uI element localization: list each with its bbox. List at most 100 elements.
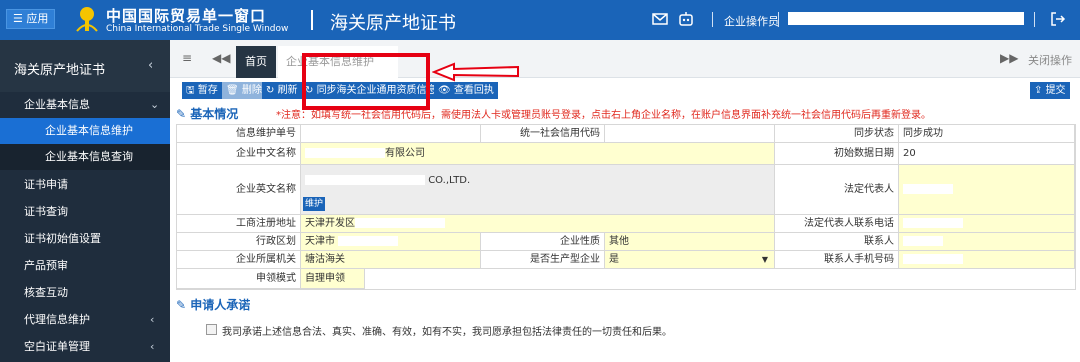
contact-field[interactable] bbox=[899, 233, 1075, 251]
chevron-left-icon: ‹ bbox=[150, 340, 155, 353]
label-name-cn: 企业中文名称 bbox=[177, 143, 301, 165]
label-credit-code: 统一社会信用代码 bbox=[481, 125, 605, 143]
producer-value: 是 bbox=[609, 254, 619, 265]
reg-address-field[interactable]: 天津开发区 bbox=[301, 215, 775, 233]
maintain-button[interactable]: 维护 bbox=[303, 197, 325, 211]
sidebar-item-company-info[interactable]: 企业基本信息 ⌄ bbox=[0, 92, 170, 118]
reg-address-value: 天津开发区 bbox=[305, 218, 355, 229]
init-date-field: 20 bbox=[899, 143, 1075, 165]
claim-mode-value[interactable]: 自理申领 bbox=[301, 269, 365, 289]
label-contact: 联系人 bbox=[775, 233, 899, 251]
legal-rep-field[interactable] bbox=[899, 165, 1075, 215]
user-divider bbox=[712, 12, 713, 27]
title-divider bbox=[311, 10, 313, 30]
name-en-field: CO.,LTD. bbox=[301, 165, 775, 215]
chevron-down-icon: ⌄ bbox=[150, 98, 160, 111]
sidebar-item-label: 空白证单管理 bbox=[24, 340, 90, 353]
redacted-value bbox=[903, 218, 963, 228]
label-claim-mode: 申领模式 bbox=[177, 269, 301, 289]
dropdown-arrow-icon: ▼ bbox=[761, 255, 768, 264]
redacted-value bbox=[355, 218, 445, 228]
sidebar-item-company-info-maintain[interactable]: 企业基本信息维护 bbox=[0, 118, 170, 144]
sidebar-item-agent-info[interactable]: 代理信息维护 ‹ bbox=[0, 307, 170, 333]
producer-select[interactable]: 是 ▼ bbox=[605, 251, 775, 269]
sidebar-item-label: 产品预审 bbox=[24, 259, 68, 272]
collapse-icon[interactable]: ‹ bbox=[148, 58, 153, 73]
brand-name-en: China International Trade Single Window bbox=[106, 24, 289, 34]
user-name-redacted[interactable] bbox=[788, 12, 1024, 25]
name-cn-field[interactable]: 有限公司 bbox=[301, 143, 775, 165]
refresh-button[interactable]: ↻ 刷新 bbox=[262, 82, 302, 99]
logout-icon[interactable] bbox=[1050, 11, 1066, 27]
robot-icon[interactable] bbox=[678, 11, 694, 27]
save-draft-label: 暂存 bbox=[197, 85, 218, 96]
name-en-suffix: CO.,LTD. bbox=[428, 175, 471, 186]
logout-divider bbox=[1034, 12, 1035, 27]
redacted-value bbox=[609, 128, 709, 138]
logo-icon bbox=[76, 7, 98, 32]
tab-home[interactable]: 首页 bbox=[236, 46, 276, 78]
section-applicant-label: 申请人承诺 bbox=[190, 298, 251, 312]
sidebar-header: 海关原产地证书 ‹ bbox=[0, 40, 170, 92]
contact-mobile-field[interactable] bbox=[899, 251, 1075, 269]
basic-info-form: 信息维护单号 统一社会信用代码 同步状态 同步成功 企业中文名称 有限公司 初始… bbox=[176, 124, 1076, 290]
sidebar-item-label: 证书初始值设置 bbox=[24, 232, 101, 245]
redacted-value bbox=[903, 184, 953, 194]
close-operations-menu[interactable]: 关闭操作 bbox=[1028, 52, 1072, 68]
section-basic-label: 基本情况 bbox=[190, 107, 239, 121]
sidebar-item-label: 代理信息维护 bbox=[24, 313, 90, 326]
submit-label: 提交 bbox=[1045, 85, 1066, 96]
sidebar-item-label: 核查互动 bbox=[24, 286, 68, 299]
sidebar-title: 海关原产地证书 bbox=[14, 63, 106, 78]
save-draft-button[interactable]: 🖫 暂存 bbox=[182, 82, 222, 99]
init-date-value: 20 bbox=[903, 148, 916, 159]
tab-scroll-right-icon[interactable]: ▶▶ bbox=[1000, 51, 1018, 65]
label-name-en: 企业英文名称 bbox=[177, 165, 301, 215]
sidebar-item-cert-init[interactable]: 证书初始值设置 bbox=[0, 226, 170, 252]
section-basic-title: ✎ 基本情况 bbox=[176, 107, 239, 121]
redacted-value bbox=[338, 236, 399, 246]
label-maint-no: 信息维护单号 bbox=[177, 125, 301, 143]
sidebar-item-label: 企业基本信息维护 bbox=[45, 124, 133, 137]
sidebar-item-label: 企业基本信息 bbox=[24, 98, 90, 111]
nature-value[interactable]: 其他 bbox=[605, 233, 775, 251]
maint-no-field bbox=[301, 125, 481, 143]
promise-checkbox[interactable] bbox=[206, 324, 217, 335]
label-legal-rep: 法定代表人 bbox=[775, 165, 899, 215]
sidebar-item-blank-cert[interactable]: 空白证单管理 ‹ bbox=[0, 334, 170, 360]
customs-value[interactable]: 塘沽海关 bbox=[301, 251, 481, 269]
apps-menu-button[interactable]: ☰ 应用 bbox=[6, 9, 56, 29]
sidebar-item-cert-apply[interactable]: 证书申请 bbox=[0, 172, 170, 198]
legal-phone-field[interactable] bbox=[899, 215, 1075, 233]
sidebar: 海关原产地证书 ‹ 企业基本信息 ⌄ 企业基本信息维护 企业基本信息查询 证书申… bbox=[0, 40, 170, 362]
sidebar-item-cert-query[interactable]: 证书查询 bbox=[0, 199, 170, 225]
redacted-value bbox=[305, 175, 425, 185]
sidebar-item-verify-interact[interactable]: 核查互动 bbox=[0, 280, 170, 306]
sync-status-value: 同步成功 bbox=[899, 125, 1075, 143]
sidebar-item-company-info-query[interactable]: 企业基本信息查询 bbox=[0, 144, 170, 170]
submit-button[interactable]: ⇪ 提交 bbox=[1030, 82, 1070, 99]
mail-icon[interactable] bbox=[652, 11, 668, 27]
label-legal-phone: 法定代表人联系电话 bbox=[775, 215, 899, 233]
refresh-label: 刷新 bbox=[277, 85, 298, 96]
label-customs: 企业所属机关 bbox=[177, 251, 301, 269]
sidebar-item-label: 企业基本信息查询 bbox=[45, 150, 133, 163]
highlight-arrow-icon bbox=[432, 62, 519, 82]
label-producer: 是否生产型企业 bbox=[481, 251, 605, 269]
sidebar-item-product-precheck[interactable]: 产品预审 bbox=[0, 253, 170, 279]
tab-scroll-left-icon[interactable]: ◀◀ bbox=[212, 51, 230, 65]
view-receipt-button[interactable]: 👁 查看回执 bbox=[434, 82, 498, 99]
label-contact-mobile: 联系人手机号码 bbox=[775, 251, 899, 269]
region-field[interactable]: 天津市 bbox=[301, 233, 481, 251]
label-reg-address: 工商注册地址 bbox=[177, 215, 301, 233]
top-bar: ☰ 应用 中国国际贸易单一窗口 China International Trad… bbox=[0, 0, 1080, 40]
redacted-value bbox=[903, 254, 963, 264]
redacted-value bbox=[903, 236, 943, 246]
menu-toggle-icon[interactable]: ≡ bbox=[182, 51, 192, 65]
redacted-value bbox=[305, 148, 385, 158]
label-region: 行政区划 bbox=[177, 233, 301, 251]
section-applicant-title: ✎ 申请人承诺 bbox=[176, 298, 251, 312]
delete-button[interactable]: 🗑 删除 bbox=[222, 82, 266, 99]
sidebar-item-label: 证书查询 bbox=[24, 205, 68, 218]
credit-code-field bbox=[605, 125, 775, 143]
